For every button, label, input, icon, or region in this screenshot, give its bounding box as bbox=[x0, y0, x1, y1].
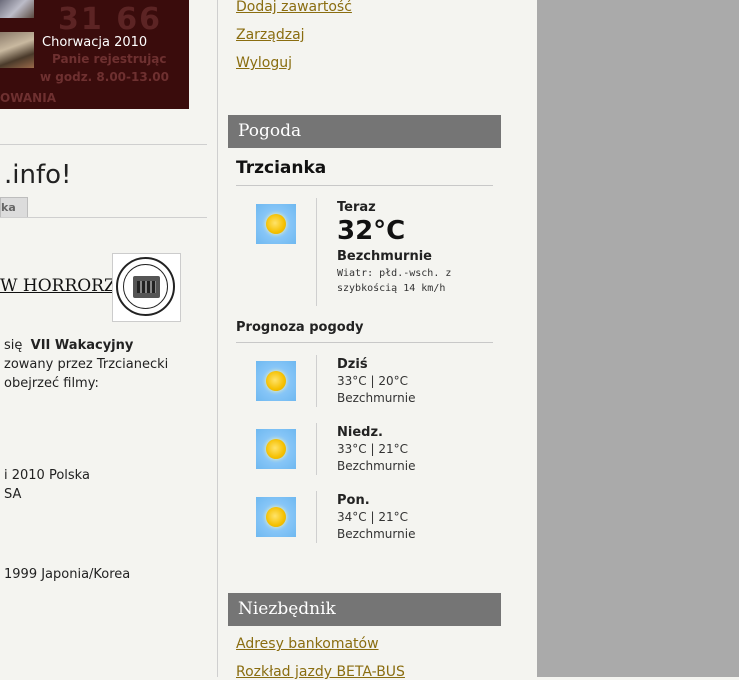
banner-line-3: OWANIA bbox=[0, 91, 56, 105]
site-title: .info! bbox=[4, 160, 72, 190]
divider bbox=[236, 185, 493, 186]
forecast-condition: Bezchmurnie bbox=[337, 459, 416, 473]
forecast-condition: Bezchmurnie bbox=[337, 391, 416, 405]
link-atm-addresses[interactable]: Adresy bankomatów bbox=[236, 636, 379, 652]
niezbednik-header: Niezbędnik bbox=[228, 593, 501, 626]
tab-label: ka bbox=[1, 201, 16, 214]
article-text: obejrzeć filmy: bbox=[4, 376, 99, 391]
divider bbox=[316, 198, 317, 306]
tab[interactable]: ka bbox=[0, 197, 28, 218]
banner-line-2: w godz. 8.00-13.00 bbox=[40, 70, 169, 84]
divider bbox=[316, 491, 317, 543]
banner-line-1: Panie rejestrując bbox=[52, 52, 167, 66]
sunny-icon bbox=[256, 497, 296, 537]
link-add-content[interactable]: Dodaj zawartość bbox=[236, 0, 352, 15]
current-label: Teraz bbox=[337, 200, 376, 215]
divider bbox=[316, 355, 317, 407]
divider bbox=[236, 342, 493, 343]
gallery-caption[interactable]: Chorwacja 2010 bbox=[42, 35, 147, 50]
tab-divider bbox=[0, 217, 207, 218]
sunny-icon bbox=[256, 361, 296, 401]
divider bbox=[0, 144, 207, 145]
link-manage[interactable]: Zarządzaj bbox=[236, 27, 305, 43]
forecast-day: Niedz. bbox=[337, 425, 383, 440]
sunny-icon bbox=[256, 204, 296, 244]
article-thumbnail[interactable] bbox=[112, 253, 181, 322]
current-temperature: 32°C bbox=[337, 216, 406, 246]
promo-banner[interactable]: 31 66 Panie rejestrując w godz. 8.00-13.… bbox=[0, 0, 189, 109]
link-logout[interactable]: Wyloguj bbox=[236, 55, 292, 71]
current-wind: Wiatr: płd.-wsch. z szybkością 14 km/h bbox=[337, 268, 452, 294]
column-divider bbox=[217, 0, 218, 677]
current-condition: Bezchmurnie bbox=[337, 249, 432, 264]
link-bus-timetable[interactable]: Rozkład jazdy BETA-BUS bbox=[236, 664, 405, 680]
forecast-day: Pon. bbox=[337, 493, 370, 508]
divider bbox=[316, 423, 317, 475]
forecast-title: Prognoza pogody bbox=[236, 320, 364, 335]
banner-big-text: 31 66 bbox=[58, 2, 162, 37]
gallery-thumbnail[interactable] bbox=[0, 32, 34, 68]
article-text: zowany przez Trzcianecki bbox=[4, 357, 169, 372]
right-gutter bbox=[537, 0, 739, 677]
weather-city: Trzcianka bbox=[236, 158, 327, 178]
article-text: i 2010 Polska bbox=[4, 468, 90, 483]
article-text: SA bbox=[4, 487, 22, 502]
article-text: się VII Wakacyjny bbox=[4, 338, 134, 353]
stamp-building-icon bbox=[133, 276, 160, 298]
gallery-thumbnail[interactable] bbox=[0, 0, 34, 18]
forecast-temps: 34°C | 21°C bbox=[337, 510, 408, 524]
forecast-condition: Bezchmurnie bbox=[337, 527, 416, 541]
article-title-link[interactable]: W HORRORZE bbox=[0, 276, 128, 296]
sunny-icon bbox=[256, 429, 296, 469]
forecast-temps: 33°C | 21°C bbox=[337, 442, 408, 456]
forecast-day: Dziś bbox=[337, 357, 368, 372]
article-text: 1999 Japonia/Korea bbox=[4, 567, 131, 582]
forecast-temps: 33°C | 20°C bbox=[337, 374, 408, 388]
weather-header: Pogoda bbox=[228, 115, 501, 148]
